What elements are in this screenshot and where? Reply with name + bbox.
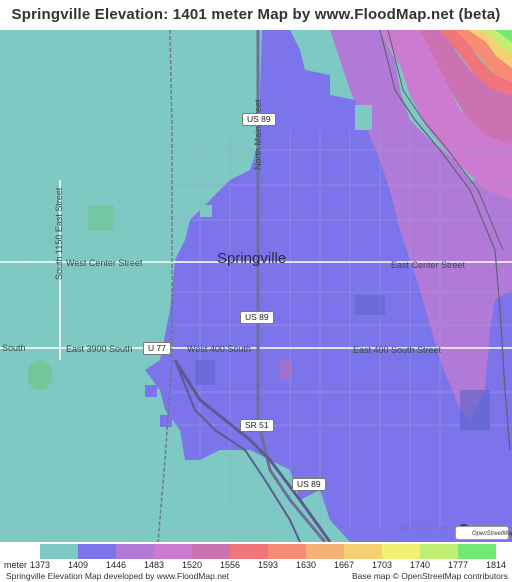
legend-swatch <box>154 544 192 559</box>
legend-swatch <box>78 544 116 559</box>
legend-tick: 1556 <box>220 560 241 570</box>
legend-tick: 1630 <box>296 560 317 570</box>
legend-swatch <box>382 544 420 559</box>
legend-tick: 1777 <box>448 560 469 570</box>
east-center-street-label: East Center Street <box>391 260 466 270</box>
legend-swatch <box>40 544 78 559</box>
east-400-south-label: East 400 South Street <box>353 345 442 355</box>
city-label: Springville <box>217 250 287 267</box>
legend-tick: 1446 <box>106 560 127 570</box>
south-1150-east-label: South 1150 East Street <box>54 187 64 280</box>
legend-swatch <box>344 544 382 559</box>
us89-shield-bottom: US 89 <box>292 478 326 491</box>
legend-tick: 1593 <box>258 560 279 570</box>
legend-tick: 1373 <box>30 560 51 570</box>
legend-swatch <box>306 544 344 559</box>
elevation-map[interactable]: Springville West Center Street East Cent… <box>0 30 512 542</box>
legend-swatch <box>458 544 496 559</box>
legend-swatch <box>420 544 458 559</box>
footer-attribution: Base map © OpenStreetMap contributors <box>351 571 508 581</box>
legend-tick: 1483 <box>144 560 165 570</box>
us89-shield-mid: US 89 <box>240 311 274 324</box>
north-main-street-label: North Main Street <box>253 99 263 170</box>
footer-credit: Springville Elevation Map developed by w… <box>6 571 230 581</box>
legend-tick: 1667 <box>334 560 355 570</box>
legend-tick: 1409 <box>68 560 89 570</box>
legend-unit: meter <box>4 560 28 570</box>
footer: Springville Elevation Map developed by w… <box>0 571 512 582</box>
east-3900-south-label: East 3900 South <box>66 344 133 354</box>
u77-shield: U 77 <box>143 342 171 355</box>
us89-shield-top: US 89 <box>242 113 276 126</box>
legend-swatch <box>116 544 154 559</box>
west-400-south-label: West 400 South <box>187 344 251 354</box>
legend-swatch <box>192 544 230 559</box>
map-title: Springville Elevation: 1401 meter Map by… <box>11 6 501 23</box>
legend-swatch <box>230 544 268 559</box>
legend-swatch <box>268 544 306 559</box>
legend-tick: 1814 <box>486 560 507 570</box>
legend-tick: 1740 <box>410 560 431 570</box>
elevation-legend <box>40 544 496 559</box>
south-label: South <box>2 343 26 353</box>
osm-badge[interactable]: OpenStreetMap <box>455 526 512 540</box>
sr51-shield: SR 51 <box>240 419 274 432</box>
legend-tick: 1520 <box>182 560 203 570</box>
west-center-street-label: West Center Street <box>66 258 143 268</box>
legend-tick: 1703 <box>372 560 393 570</box>
